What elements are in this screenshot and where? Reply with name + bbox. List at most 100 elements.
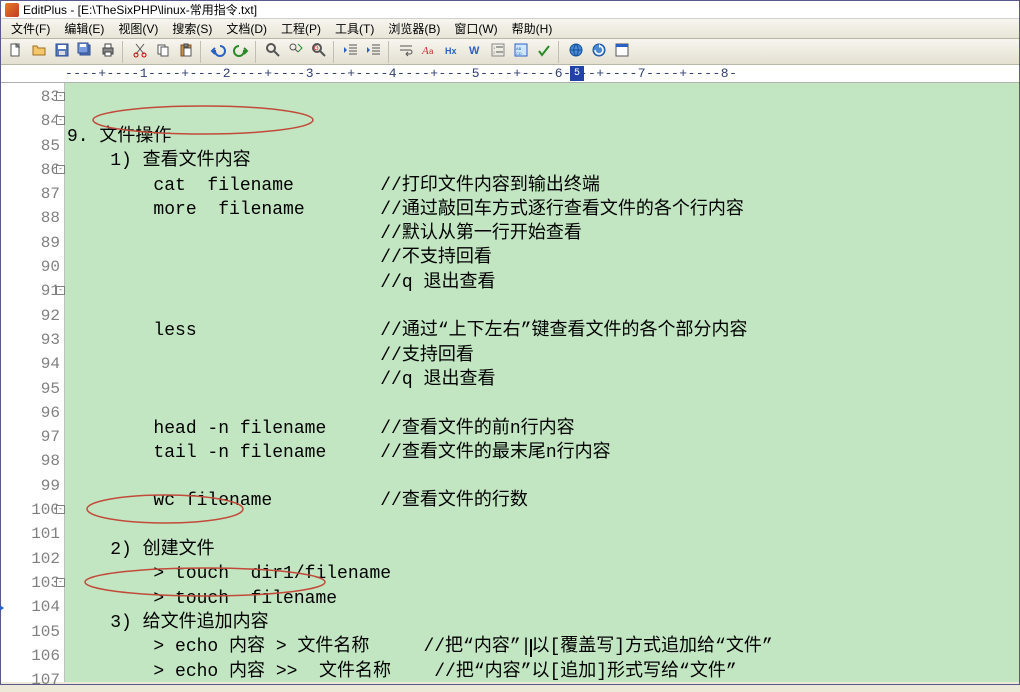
menu-item[interactable]: 文件(F) [5, 19, 56, 38]
code-line[interactable]: 1) 查看文件内容 [65, 149, 1019, 173]
code-line[interactable]: less //通过“上下左右”键查看文件的各个部分内容 [65, 319, 1019, 343]
line-number[interactable]: 96 [1, 401, 64, 425]
code-line[interactable]: > touch dir1/filename [65, 562, 1019, 586]
line-number[interactable]: 87 [1, 182, 64, 206]
line-number[interactable]: 101 [1, 522, 64, 546]
fold-toggle-icon[interactable]: - [56, 165, 65, 174]
fold-toggle-icon[interactable]: - [56, 116, 65, 125]
code-line[interactable]: //默认从第一行开始查看 [65, 222, 1019, 246]
paste-icon [178, 42, 194, 61]
code-line[interactable]: > touch filename [65, 587, 1019, 611]
line-number[interactable]: 85 [1, 134, 64, 158]
line-number[interactable]: 95 [1, 377, 64, 401]
svg-text:A: A [421, 45, 429, 57]
new-file-button[interactable] [5, 41, 27, 63]
menu-item[interactable]: 窗口(W) [448, 19, 503, 38]
menu-item[interactable]: 视图(V) [112, 19, 164, 38]
line-num-button[interactable]: 12 [487, 41, 509, 63]
browser-refresh-button[interactable] [588, 41, 610, 63]
outdent-button[interactable] [340, 41, 362, 63]
line-number[interactable]: 91- [1, 279, 64, 303]
code-line[interactable]: tail -n filename //查看文件的最末尾n行内容 [65, 441, 1019, 465]
browser-button[interactable] [565, 41, 587, 63]
code-line[interactable]: //q 退出查看 [65, 368, 1019, 392]
menu-item[interactable]: 帮助(H) [506, 19, 559, 38]
code-line[interactable]: 3) 给文件追加内容 [65, 611, 1019, 635]
fold-toggle-icon[interactable]: - [56, 578, 65, 587]
code-line[interactable] [65, 514, 1019, 538]
menu-item[interactable]: 工程(P) [275, 19, 327, 38]
code-line[interactable]: wc filename //查看文件的行数 [65, 489, 1019, 513]
fold-toggle-icon[interactable]: - [56, 92, 65, 101]
fold-toggle-icon[interactable]: - [56, 505, 65, 514]
line-number[interactable]: 107 [1, 668, 64, 692]
line-number[interactable]: 88 [1, 206, 64, 230]
line-number[interactable]: 106 [1, 644, 64, 668]
find-button[interactable] [262, 41, 284, 63]
svg-text:2: 2 [493, 50, 496, 55]
word-wrap-button[interactable] [395, 41, 417, 63]
code-line[interactable]: //支持回看 [65, 344, 1019, 368]
w-mode-button[interactable]: W [464, 41, 486, 63]
line-number[interactable]: 90 [1, 255, 64, 279]
line-number[interactable]: 97 [1, 425, 64, 449]
line-number[interactable]: 93 [1, 328, 64, 352]
menu-item[interactable]: 浏览器(B) [382, 19, 446, 38]
code-line[interactable]: more filename //通过敲回车方式逐行查看文件的各个行内容 [65, 198, 1019, 222]
code-line[interactable]: > echo 内容 >> 文件名称 //把“内容”以[追加]形式写给“文件” [65, 660, 1019, 682]
replace-button[interactable] [285, 41, 307, 63]
ruler[interactable]: ----+----1----+----2----+----3----+----4… [1, 65, 1019, 83]
undo-button[interactable] [207, 41, 229, 63]
line-number[interactable]: 84- [1, 109, 64, 133]
print-button[interactable] [97, 41, 119, 63]
code-line[interactable]: //q 退出查看 [65, 271, 1019, 295]
font-aa-button[interactable]: Aa [418, 41, 440, 63]
editor: 83-84-8586-8788899091-929394959697989910… [1, 83, 1019, 682]
code-line[interactable]: 9. 文件操作 [65, 125, 1019, 149]
code-line[interactable]: > echo 内容 > 文件名称 //把“内容”|以[覆盖写]方式追加给“文件” [65, 635, 1019, 659]
line-number-gutter[interactable]: 83-84-8586-8788899091-929394959697989910… [1, 83, 65, 682]
code-line[interactable]: //不支持回看 [65, 246, 1019, 270]
open-file-button[interactable] [28, 41, 50, 63]
menu-item[interactable]: 搜索(S) [166, 19, 218, 38]
line-number[interactable]: 86- [1, 158, 64, 182]
code-line[interactable] [65, 295, 1019, 319]
toggle-view-button[interactable]: ABCD [510, 41, 532, 63]
line-number[interactable]: 83- [1, 85, 64, 109]
run-button[interactable] [611, 41, 633, 63]
run-icon [614, 42, 630, 61]
save-all-button[interactable] [74, 41, 96, 63]
line-number[interactable]: 103- [1, 571, 64, 595]
copy-button[interactable] [152, 41, 174, 63]
spell-button[interactable] [533, 41, 555, 63]
menu-item[interactable]: 工具(T) [329, 19, 380, 38]
line-number[interactable]: 98 [1, 449, 64, 473]
redo-button[interactable] [230, 41, 252, 63]
cut-button[interactable] [129, 41, 151, 63]
svg-text:G: G [314, 46, 319, 52]
line-number[interactable]: 89 [1, 231, 64, 255]
line-number[interactable]: 104 [1, 595, 64, 619]
hex-button[interactable]: Hx [441, 41, 463, 63]
code-line[interactable]: head -n filename //查看文件的前n行内容 [65, 417, 1019, 441]
code-line[interactable]: cat filename //打印文件内容到输出终端 [65, 174, 1019, 198]
line-number[interactable]: 102 [1, 547, 64, 571]
code-line[interactable] [65, 465, 1019, 489]
menu-item[interactable]: 文档(D) [220, 19, 273, 38]
menu-item[interactable]: 编辑(E) [58, 19, 110, 38]
new-file-icon [8, 42, 24, 61]
code-area[interactable]: 9. 文件操作 1) 查看文件内容 cat filename //打印文件内容到… [65, 83, 1019, 682]
paste-button[interactable] [175, 41, 197, 63]
indent-button[interactable] [363, 41, 385, 63]
code-line[interactable]: 2) 创建文件 [65, 538, 1019, 562]
fold-toggle-icon[interactable]: - [56, 286, 65, 295]
save-button[interactable] [51, 41, 73, 63]
line-number[interactable]: 105 [1, 620, 64, 644]
goto-button[interactable]: G [308, 41, 330, 63]
line-number[interactable]: 100- [1, 498, 64, 522]
line-number[interactable]: 94 [1, 352, 64, 376]
line-number[interactable]: 92 [1, 304, 64, 328]
line-number[interactable]: 99 [1, 474, 64, 498]
titlebar: EditPlus - [E:\TheSixPHP\linux-常用指令.txt] [1, 1, 1019, 19]
code-line[interactable] [65, 392, 1019, 416]
